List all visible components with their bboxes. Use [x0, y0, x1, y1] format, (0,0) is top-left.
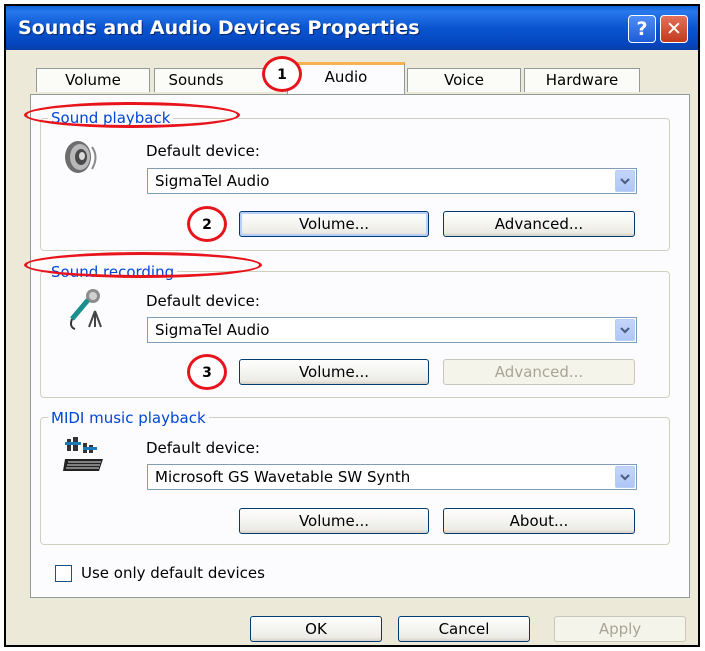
tab-hardware[interactable]: Hardware — [524, 68, 640, 92]
midi-keyboard-icon — [63, 435, 107, 479]
midi-device-value: Microsoft GS Wavetable SW Synth — [155, 468, 411, 486]
window-title: Sounds and Audio Devices Properties — [18, 17, 420, 39]
playback-default-label: Default device: — [146, 142, 260, 160]
playback-device-select[interactable]: SigmaTel Audio — [147, 168, 637, 194]
recording-volume-button[interactable]: Volume... — [239, 359, 429, 385]
tab-voice[interactable]: Voice — [407, 68, 521, 92]
recording-device-select[interactable]: SigmaTel Audio — [147, 317, 637, 343]
close-button[interactable]: ✕ — [660, 15, 688, 43]
annotation-ellipse-recording — [24, 252, 262, 278]
dialog-window: Sounds and Audio Devices Properties ? ✕ … — [4, 4, 700, 647]
chevron-down-icon[interactable] — [615, 466, 635, 488]
playback-device-value: SigmaTel Audio — [155, 172, 270, 190]
ok-button[interactable]: OK — [250, 616, 382, 642]
recording-default-label: Default device: — [146, 292, 260, 310]
tab-volume-label: Volume — [65, 71, 121, 89]
tab-voice-label: Voice — [444, 71, 484, 89]
annotation-ellipse-playback — [24, 102, 240, 128]
playback-advanced-button[interactable]: Advanced... — [443, 211, 635, 237]
midi-volume-button[interactable]: Volume... — [239, 508, 429, 534]
tab-hardware-label: Hardware — [545, 71, 619, 89]
midi-device-select[interactable]: Microsoft GS Wavetable SW Synth — [147, 464, 637, 490]
help-button[interactable]: ? — [628, 15, 656, 43]
title-bar[interactable]: Sounds and Audio Devices Properties ? ✕ — [6, 6, 698, 50]
cancel-button[interactable]: Cancel — [398, 616, 530, 642]
annotation-marker-2: 2 — [187, 206, 227, 242]
microphone-icon — [67, 287, 103, 335]
tab-panel-audio: Sound playback Default device: SigmaTel … — [30, 94, 690, 598]
midi-default-label: Default device: — [146, 439, 260, 457]
midi-about-button[interactable]: About... — [443, 508, 635, 534]
apply-button: Apply — [554, 616, 686, 642]
use-default-devices-label[interactable]: Use only default devices — [81, 564, 265, 582]
annotation-marker-1: 1 — [262, 56, 302, 92]
midi-playback-title: MIDI music playback — [48, 409, 209, 427]
tab-audio-label: Audio — [324, 68, 368, 86]
recording-device-value: SigmaTel Audio — [155, 321, 270, 339]
speaker-icon — [63, 137, 99, 181]
annotation-marker-3: 3 — [187, 354, 227, 390]
recording-advanced-button: Advanced... — [443, 359, 635, 385]
chevron-down-icon[interactable] — [615, 319, 635, 341]
tab-audio[interactable]: Audio — [287, 62, 405, 94]
playback-volume-button[interactable]: Volume... — [239, 211, 429, 237]
use-default-devices-checkbox[interactable] — [55, 565, 72, 582]
tab-sounds-label: Sounds — [168, 71, 224, 89]
tab-volume[interactable]: Volume — [36, 68, 150, 92]
chevron-down-icon[interactable] — [615, 170, 635, 192]
